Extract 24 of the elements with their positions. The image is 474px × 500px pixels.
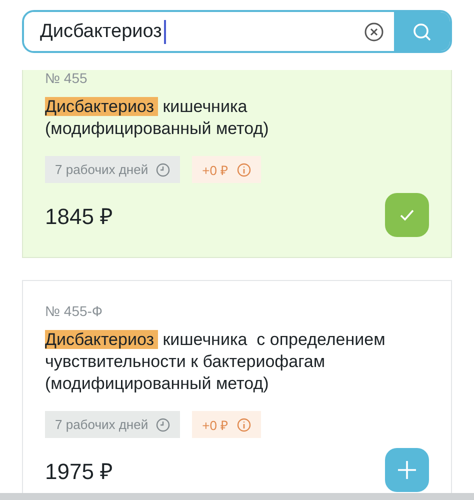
duration-tag: 7 рабочих дней (45, 411, 180, 438)
clear-button[interactable] (364, 22, 384, 42)
duration-tag: 7 рабочих дней (45, 156, 180, 183)
test-number: № 455 (45, 70, 88, 86)
clock-icon (156, 418, 170, 432)
search-value: Дисбактериоз (40, 20, 162, 42)
result-card[interactable]: № 455 Дисбактериоз кишечника (модифицированный метод) 7 рабочих дней +0 ₽ 1845 ₽ (22, 70, 452, 258)
price: 1845 ₽ (45, 203, 114, 230)
test-title: Дисбактериоз кишечника (модифицированный метод) (45, 96, 270, 140)
search-icon (412, 22, 432, 42)
test-title: Дисбактериоз кишечника с определением чувствительности к бактериофагам (модифицированный метод) (45, 329, 386, 395)
price: 1975 ₽ (45, 458, 114, 485)
info-icon (236, 418, 251, 432)
add-button[interactable] (385, 448, 429, 492)
result-card[interactable]: № 455-Ф Дисбактериоз кишечника с определением чувствительности к бактериофагам (модифицированный метод) 7 рабочих дней +0 ₽ 1975 ₽ (22, 280, 452, 493)
added-button[interactable] (385, 193, 429, 237)
search-field[interactable]: Дисбактериоз (22, 10, 452, 53)
surcharge-tag: +0 ₽ (192, 156, 261, 183)
info-icon (236, 162, 251, 176)
clock-icon (156, 162, 170, 176)
test-number: № 455-Ф (45, 303, 104, 319)
surcharge-tag: +0 ₽ (192, 411, 261, 438)
plus-icon (396, 459, 418, 481)
search-button[interactable] (394, 12, 450, 51)
